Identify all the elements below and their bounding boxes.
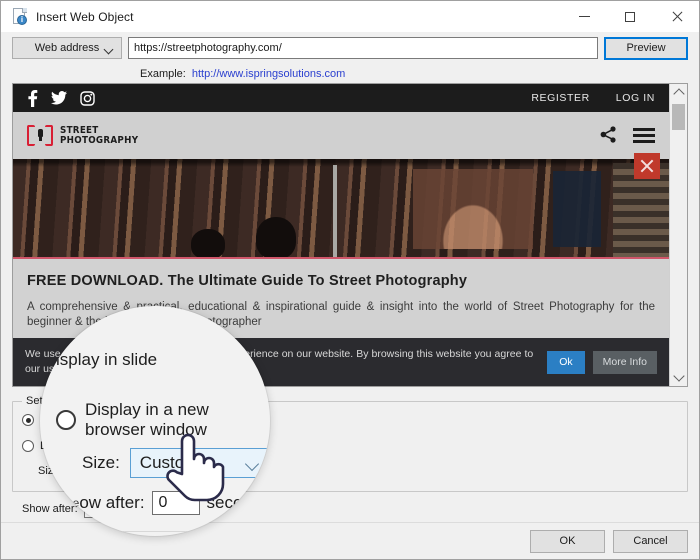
magnified-show-after-label: ow after: [79,493,145,512]
radio-indicator-selected [22,414,34,426]
web-object-document-icon: i [12,7,28,26]
magnified-show-after-row: Size ow after: 0 seconds [56,491,270,515]
facebook-icon[interactable] [27,89,38,107]
window-title: Insert Web Object [36,9,134,24]
example-label: Example: [140,67,186,80]
source-type-value: Web address [34,42,100,54]
example-link[interactable]: http://www.ispringsolutions.com [192,68,345,80]
title-bar: i Insert Web Object [1,1,699,32]
topbar-account-links: REGISTER LOG IN [531,92,655,104]
maximize-button[interactable] [607,1,653,32]
address-row: Web address https://streetphotography.co… [1,32,699,64]
url-value: https://streetphotography.com/ [134,42,282,54]
scroll-down-icon[interactable] [670,369,687,386]
site-logo[interactable]: STREET PHOTOGRAPHY [27,125,145,146]
close-button[interactable] [653,1,699,32]
magnifier-overlay: isplay in slide Display in a new browser… [40,306,270,536]
radio-indicator [56,410,76,430]
source-type-dropdown[interactable]: Web address [12,37,122,59]
site-logo-text: STREET PHOTOGRAPHY [60,125,139,146]
magnified-radio-display-new-window[interactable]: Display in a new browser window [56,400,270,440]
logo-line-2: PHOTOGRAPHY [60,134,139,146]
scroll-up-icon[interactable] [670,84,687,101]
site-topbar: REGISTER LOG IN [13,84,669,112]
social-links [27,89,95,107]
url-input[interactable]: https://streetphotography.com/ [128,37,598,59]
nav-actions [600,125,655,146]
twitter-icon[interactable] [51,91,67,105]
camera-bracket-icon [27,125,53,146]
cookie-actions: Ok More Info [547,350,657,374]
share-icon[interactable] [600,125,617,146]
close-overlay-icon[interactable] [634,153,660,179]
cancel-button[interactable]: Cancel [613,529,688,553]
register-link[interactable]: REGISTER [531,92,589,104]
hero-image [13,159,669,259]
ok-button[interactable]: OK [530,529,605,553]
pointing-hand-cursor [165,428,225,505]
cookie-more-info-button[interactable]: More Info [592,350,657,374]
minimize-button[interactable] [561,1,607,32]
preview-scrollbar[interactable] [669,84,687,386]
magnified-size-ghost-label: Size [56,496,80,510]
site-navbar: STREET PHOTOGRAPHY [13,112,669,159]
instagram-icon[interactable] [80,90,95,106]
cookie-ok-button[interactable]: Ok [547,350,585,374]
magnified-divider [40,531,270,532]
example-row: Example: http://www.ispringsolutions.com [1,64,699,83]
magnified-display-in-slide-label: isplay in slide [56,350,158,369]
magnified-radio-display-in-slide[interactable]: isplay in slide [56,350,157,370]
preview-button[interactable]: Preview [604,36,688,60]
window-controls [561,1,699,32]
site-headline: FREE DOWNLOAD. The Ultimate Guide To Str… [27,273,468,289]
chevron-down-icon [244,456,259,472]
scrollbar-thumb[interactable] [672,104,685,130]
hamburger-menu-icon[interactable] [633,128,655,143]
radio-indicator [22,440,34,452]
magnified-size-label: Size: [82,453,120,472]
chevron-down-icon [103,44,114,55]
login-link[interactable]: LOG IN [616,92,655,104]
